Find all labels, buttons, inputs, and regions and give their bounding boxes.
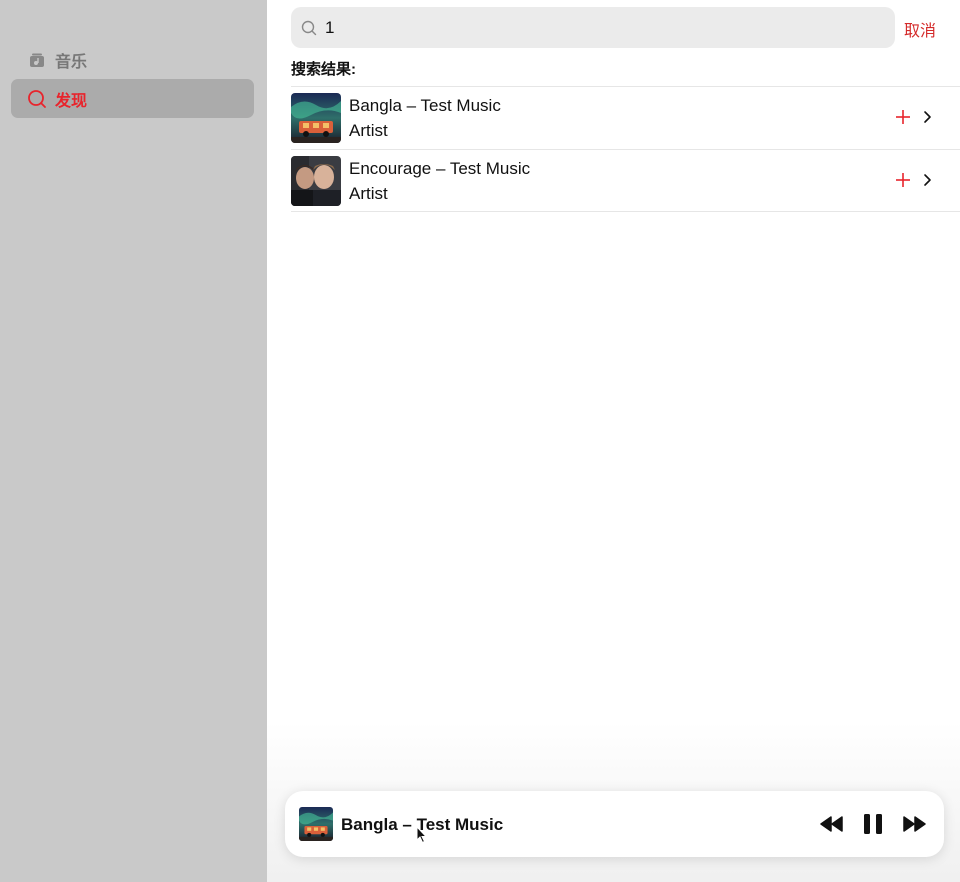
sidebar-item-label: 音乐 (55, 53, 88, 71)
cancel-button[interactable]: 取消 (904, 17, 936, 41)
fast-forward-icon[interactable] (902, 811, 928, 837)
chevron-right-icon[interactable] (921, 109, 935, 125)
search-icon (27, 89, 47, 109)
artist-name: Artist (349, 121, 388, 140)
plus-icon[interactable] (894, 171, 912, 189)
result-row[interactable]: Encourage – Test Music Artist (291, 149, 960, 212)
music-icon (27, 50, 47, 70)
chevron-right-icon[interactable] (921, 172, 935, 188)
mini-player[interactable]: Bangla – Test Music (285, 791, 944, 857)
pause-icon[interactable] (862, 811, 886, 837)
search-icon (301, 20, 317, 36)
plus-icon[interactable] (894, 108, 912, 126)
now-playing-art (299, 807, 333, 841)
main-panel: 1 取消 搜索结果: Bangla – Test Music Artist En… (267, 0, 960, 882)
sidebar-item-label: 发现 (55, 92, 88, 110)
sidebar-item-discover[interactable]: 发现 (11, 79, 254, 118)
sidebar-item-music[interactable]: 音乐 (11, 40, 254, 79)
song-title: Encourage – Test Music (349, 159, 531, 178)
mouse-cursor-icon (416, 826, 428, 844)
search-query[interactable]: 1 (325, 18, 334, 38)
results-heading: 搜索结果: (291, 61, 356, 78)
result-row[interactable]: Bangla – Test Music Artist (291, 86, 960, 149)
album-art (291, 156, 341, 206)
rewind-icon[interactable] (820, 811, 846, 837)
song-title: Bangla – Test Music (349, 96, 501, 115)
album-art (291, 93, 341, 143)
search-input[interactable]: 1 (291, 7, 895, 48)
artist-name: Artist (349, 184, 388, 203)
sidebar: 音乐 发现 (0, 0, 267, 882)
